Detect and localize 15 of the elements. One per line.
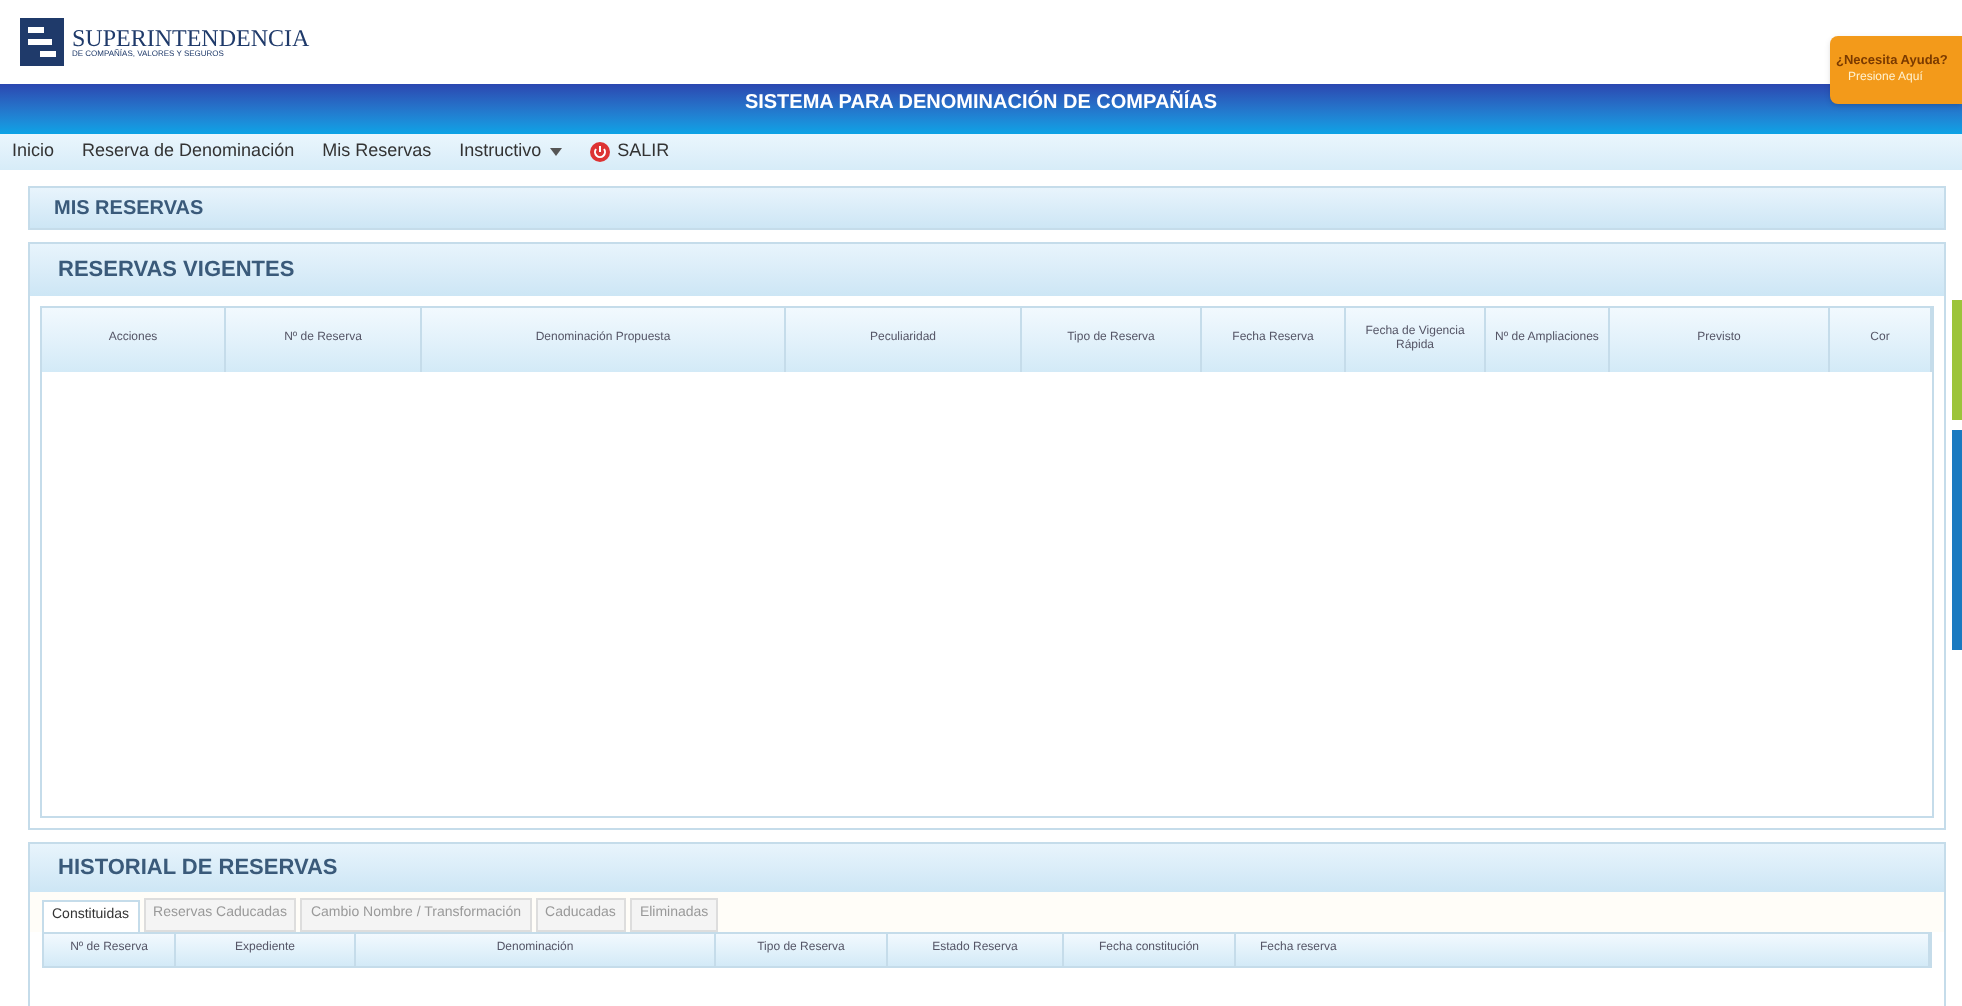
exit-link[interactable]: SALIR [589,138,670,166]
logo-text: SUPERINTENDENCIA [72,26,310,50]
panel-title: HISTORIAL DE RESERVAS [58,853,338,884]
side-tab[interactable] [1952,430,1962,650]
side-tab[interactable] [1952,300,1962,420]
panel-title: RESERVAS VIGENTES [58,255,295,286]
menu-link[interactable]: Reserva de Denominación [82,138,295,166]
page-title: MIS RESERVAS [54,195,204,223]
logo-icon [20,18,64,66]
caret-icon [549,148,562,156]
system-title: SISTEMA PARA DENOMINACIÓN DE COMPAÑÍAS [744,88,1218,118]
power-icon [589,142,610,162]
menu-link[interactable]: Mis Reservas [322,138,432,166]
menu-dropdown[interactable]: Instructivo [459,138,562,166]
menu-link[interactable]: Inicio [12,138,55,166]
